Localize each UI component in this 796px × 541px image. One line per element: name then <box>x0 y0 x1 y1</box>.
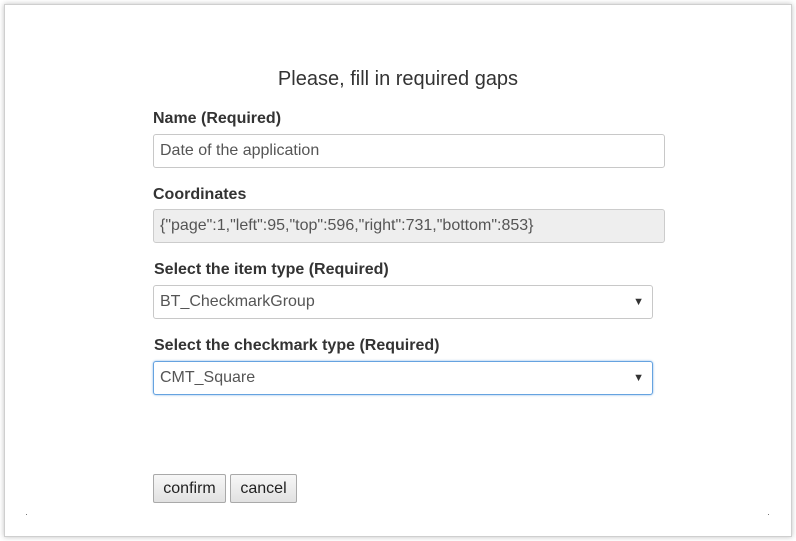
coordinates-label: Coordinates <box>153 186 247 203</box>
item-type-select[interactable]: BT_CheckmarkGroup ▼ <box>153 285 653 319</box>
dialog-title: Please, fill in required gaps <box>277 68 519 90</box>
cancel-button[interactable]: cancel <box>230 474 297 503</box>
coordinates-field: {"page":1,"left":95,"top":596,"right":73… <box>153 209 665 243</box>
checkmark-type-select[interactable]: CMT_Square ▼ <box>153 361 653 395</box>
item-type-selected-value: BT_CheckmarkGroup <box>160 293 315 310</box>
checkmark-type-label: Select the checkmark type (Required) <box>154 337 440 354</box>
name-label: Name (Required) <box>153 110 282 127</box>
confirm-button[interactable]: confirm <box>153 474 226 503</box>
chevron-down-icon: ▼ <box>633 372 644 384</box>
name-input[interactable]: Date of the application <box>153 134 665 168</box>
resize-grip-left <box>26 514 27 515</box>
item-type-label: Select the item type (Required) <box>154 261 389 278</box>
checkmark-type-selected-value: CMT_Square <box>160 369 256 386</box>
resize-grip-right <box>768 514 769 515</box>
chevron-down-icon: ▼ <box>633 296 644 308</box>
